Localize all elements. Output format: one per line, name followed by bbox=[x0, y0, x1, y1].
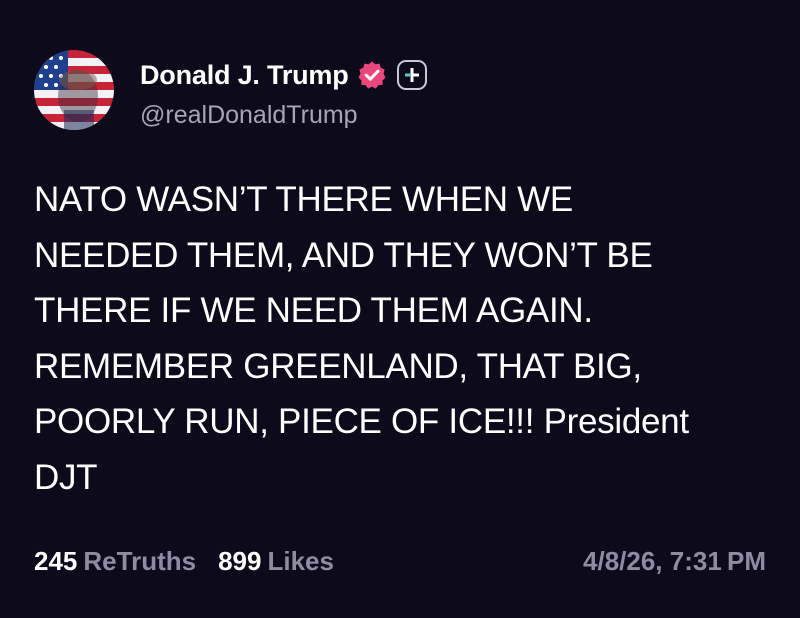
likes-count: 899 bbox=[218, 546, 262, 576]
author-handle[interactable]: @realDonaldTrump bbox=[140, 101, 358, 130]
retruths-stat[interactable]: 245 ReTruths bbox=[34, 546, 196, 577]
post-stats: 245 ReTruths 899 Likes bbox=[34, 546, 334, 577]
author-name-row: Donald J. Trump bbox=[140, 56, 427, 94]
author-display-name[interactable]: Donald J. Trump bbox=[140, 60, 349, 91]
retruths-count: 245 bbox=[34, 546, 78, 576]
post-line: POORLY RUN, PIECE OF ICE!!! President bbox=[34, 402, 689, 442]
retruths-label: ReTruths bbox=[83, 546, 197, 576]
post-line: DJT bbox=[34, 457, 98, 497]
post-line: THERE IF WE NEED THEM AGAIN. bbox=[34, 291, 593, 331]
avatar-flag-portrait bbox=[34, 50, 98, 130]
post-body: NATO WASN’T THERE WHEN WE NEEDED THEM, A… bbox=[34, 172, 774, 506]
likes-stat[interactable]: 899 Likes bbox=[218, 546, 334, 577]
verified-badge-icon bbox=[357, 60, 387, 90]
post-timestamp[interactable]: 4/8/26, 7:31 PM bbox=[583, 546, 766, 577]
plus-badge-icon[interactable] bbox=[396, 60, 427, 90]
post-line: REMEMBER GREENLAND, THAT BIG, bbox=[34, 346, 642, 386]
post-line: NEEDED THEM, AND THEY WON’T BE bbox=[34, 235, 653, 275]
avatar[interactable] bbox=[34, 50, 114, 130]
post-line: NATO WASN’T THERE WHEN WE bbox=[34, 180, 573, 219]
likes-label: Likes bbox=[267, 546, 334, 576]
truth-post: Donald J. Trump @realDonaldTrump NATO WA… bbox=[0, 0, 800, 618]
